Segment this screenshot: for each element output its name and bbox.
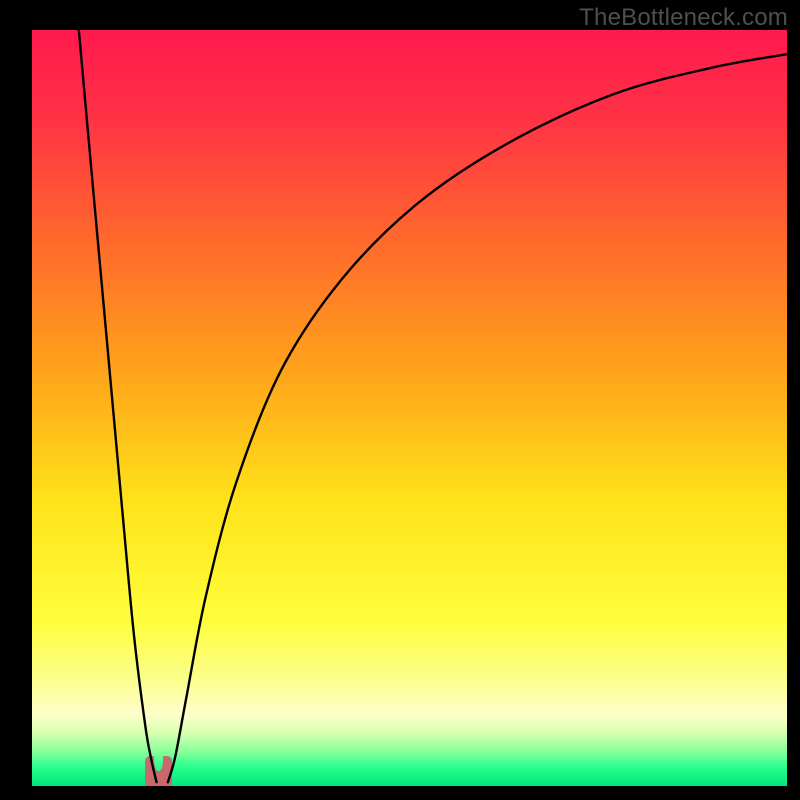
plot-area: [32, 30, 787, 786]
curve-right-branch: [168, 54, 787, 782]
chart-frame: TheBottleneck.com: [0, 0, 800, 800]
watermark-text: TheBottleneck.com: [579, 4, 788, 32]
curve-overlay: [32, 30, 787, 786]
curve-left-branch: [79, 30, 157, 782]
